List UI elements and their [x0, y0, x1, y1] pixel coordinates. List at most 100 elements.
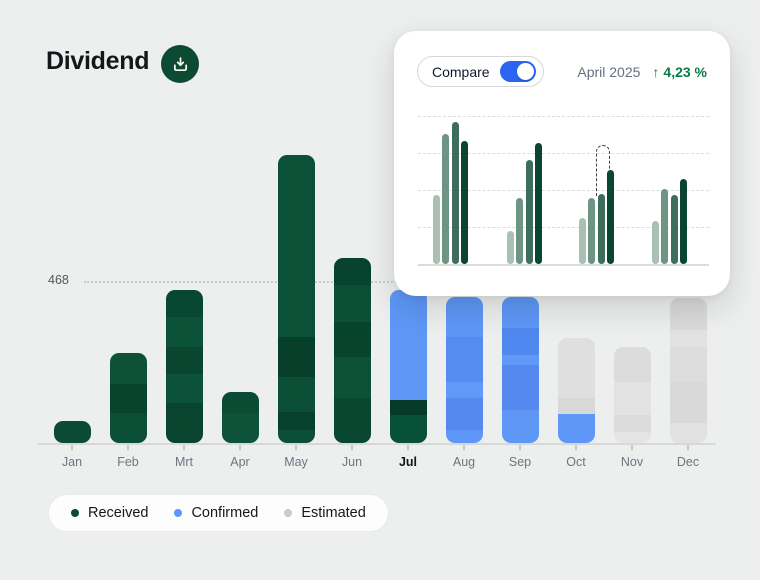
axis-tick [687, 445, 689, 450]
bar-segment [165, 374, 203, 403]
bar-segment [445, 382, 483, 398]
mini-bar[interactable] [579, 218, 586, 264]
bar-segment [669, 330, 707, 347]
axis-tick [519, 445, 521, 450]
bar-segment [333, 357, 371, 398]
month-label-jan: Jan [61, 455, 83, 469]
mini-bar[interactable] [535, 143, 542, 264]
month-label-dec: Dec [676, 455, 700, 469]
mini-bar[interactable] [433, 195, 440, 264]
compare-toggle-pill[interactable]: Compare [417, 56, 544, 87]
bar-dec[interactable] [669, 298, 707, 443]
bar-segment [221, 392, 259, 413]
bar-segment [165, 317, 203, 347]
axis-tick [71, 445, 73, 450]
bar-segment [277, 430, 315, 443]
mini-bar[interactable] [661, 189, 668, 264]
bar-segment [277, 377, 315, 412]
mini-bar[interactable] [588, 198, 595, 264]
bar-segment [333, 398, 371, 443]
bar-sep[interactable] [501, 297, 539, 443]
bar-segment [613, 382, 651, 415]
bar-segment [389, 415, 427, 443]
bar-segment [669, 423, 707, 443]
bar-segment [501, 410, 539, 443]
bar-aug[interactable] [445, 297, 483, 443]
period-label: April 2025 [577, 63, 641, 80]
bar-segment [613, 432, 651, 443]
mini-bar[interactable] [516, 198, 523, 264]
delta-badge: ↑ 4,23 % [652, 64, 707, 80]
mini-baseline [418, 264, 709, 266]
toggle-knob [516, 63, 534, 80]
month-label-sep: Sep [508, 455, 532, 469]
bar-segment [669, 298, 707, 330]
mini-bar[interactable] [442, 134, 449, 264]
bar-segment [109, 384, 147, 413]
bar-oct[interactable] [557, 338, 595, 443]
bar-segment [445, 430, 483, 443]
bar-jun[interactable] [333, 258, 371, 443]
month-label-nov: Nov [620, 455, 644, 469]
month-label-mrt: Mrt [174, 455, 194, 469]
received-dot-icon [71, 509, 79, 517]
mini-gridline [418, 116, 709, 117]
compare-toggle-switch[interactable] [499, 61, 536, 82]
mini-bar[interactable] [652, 221, 659, 264]
month-label-feb: Feb [117, 455, 139, 469]
bar-jan[interactable] [53, 421, 91, 443]
popup-period-info: April 2025 ↑ 4,23 % [577, 64, 707, 80]
bar-apr[interactable] [221, 392, 259, 443]
mini-bar[interactable] [671, 195, 678, 264]
bar-segment [669, 382, 707, 423]
bar-segment [613, 415, 651, 432]
bar-may[interactable] [277, 155, 315, 443]
axis-tick [183, 445, 185, 450]
axis-tick [407, 445, 409, 450]
mini-bar[interactable] [526, 160, 533, 264]
month-label-apr: Apr [230, 455, 250, 469]
delta-value: 4,23 % [663, 63, 707, 80]
legend-item-estimated[interactable]: Estimated [284, 505, 366, 521]
legend-item-received[interactable]: Received [71, 505, 148, 521]
bar-segment [445, 297, 483, 337]
arrow-up-icon: ↑ [652, 63, 660, 80]
month-label-jul: Jul [398, 455, 418, 469]
mini-bar[interactable] [598, 194, 605, 264]
chart-legend: Received Confirmed Estimated [48, 494, 389, 532]
bar-segment [333, 258, 371, 285]
bar-nov[interactable] [613, 347, 651, 443]
bar-segment [557, 338, 595, 398]
bar-jul[interactable] [389, 290, 427, 443]
mini-bar[interactable] [452, 122, 459, 264]
bar-segment [669, 347, 707, 382]
bar-segment [613, 347, 651, 382]
bar-segment [165, 290, 203, 317]
mini-bar[interactable] [507, 231, 514, 264]
axis-tick [351, 445, 353, 450]
bar-segment [221, 413, 259, 443]
bar-segment [557, 398, 595, 414]
bar-segment [389, 400, 427, 415]
bar-segment [277, 412, 315, 430]
axis-tick [295, 445, 297, 450]
bar-segment [277, 155, 315, 337]
confirmed-dot-icon [174, 509, 183, 517]
bar-segment [333, 322, 371, 357]
axis-tick [575, 445, 577, 450]
bar-segment [445, 398, 483, 430]
legend-item-confirmed[interactable]: Confirmed [174, 505, 258, 521]
mini-bar[interactable] [680, 179, 687, 264]
bar-segment [109, 353, 147, 384]
ghost-compare-bar [596, 145, 610, 196]
bar-mrt[interactable] [165, 290, 203, 443]
y-axis-tick-label: 468 [48, 273, 69, 287]
bar-segment [277, 337, 315, 377]
bar-feb[interactable] [109, 353, 147, 443]
popup-header: Compare April 2025 ↑ 4,23 % [417, 56, 707, 87]
axis-tick [631, 445, 633, 450]
bar-segment [501, 365, 539, 410]
axis-tick [127, 445, 129, 450]
mini-bar[interactable] [461, 141, 468, 264]
month-label-may: May [284, 455, 308, 469]
